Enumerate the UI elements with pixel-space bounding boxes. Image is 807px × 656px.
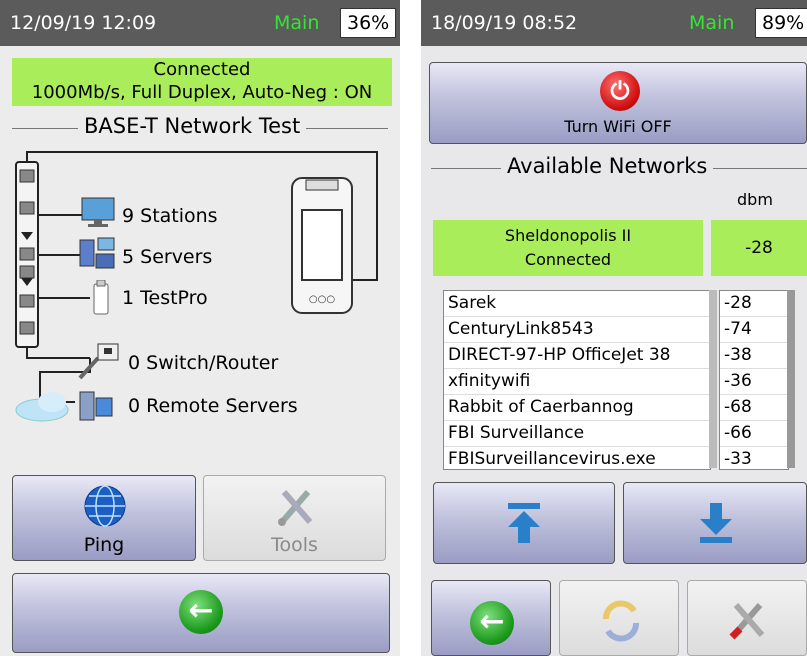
network-dbm: -38 — [720, 343, 788, 369]
link-status-banner: Connected 1000Mb/s, Full Duplex, Auto-Ne… — [12, 58, 392, 106]
back-arrow-icon: ← — [179, 590, 223, 634]
monitor-icon — [81, 197, 115, 227]
scroll-bottom-button[interactable] — [623, 482, 807, 564]
battery-level: 89% — [755, 8, 807, 38]
network-dbm: -33 — [720, 447, 788, 469]
testpro-count[interactable]: 1 TestPro — [122, 287, 208, 309]
status-bar: 12/09/19 12:09 Main 36% — [0, 0, 400, 46]
connected-ssid: Sheldonopolis II — [504, 226, 632, 245]
servers-count[interactable]: 5 Servers — [122, 246, 212, 268]
tools-icon — [729, 603, 765, 640]
svg-text:○○○: ○○○ — [309, 294, 335, 305]
back-arrow-icon: ← — [470, 601, 514, 645]
switch-router-count[interactable]: 0 Switch/Router — [128, 352, 278, 374]
tools-label: Tools — [271, 534, 318, 556]
mode-label: Main — [689, 12, 735, 34]
stations-count[interactable]: 9 Stations — [122, 205, 218, 227]
network-dbm: -36 — [720, 369, 788, 395]
network-list-scrollbar[interactable] — [709, 290, 717, 468]
connected-status: Connected — [524, 250, 612, 269]
datetime: 18/09/19 08:52 — [431, 12, 578, 34]
servers-icon — [79, 237, 115, 269]
scroll-top-button[interactable] — [433, 482, 615, 564]
network-ssid[interactable]: Rabbit of Caerbannog — [444, 395, 710, 421]
link-status-line2: 1000Mb/s, Full Duplex, Auto-Neg : ON — [31, 82, 373, 103]
network-dbm: -68 — [720, 395, 788, 421]
remote-servers-icon — [15, 391, 113, 422]
connected-network[interactable]: Sheldonopolis II Connected — [433, 220, 703, 276]
dbm-header: dbm — [737, 190, 773, 209]
left-screen: 12/09/19 12:09 Main 36% Connected 1000Mb… — [0, 0, 400, 656]
connected-dbm: -28 — [711, 220, 807, 276]
network-dbm: -66 — [720, 421, 788, 447]
page-title: Available Networks — [501, 154, 714, 178]
dbm-list-scrollbar[interactable] — [787, 290, 795, 468]
tools-icon — [278, 490, 313, 526]
back-button[interactable]: ← — [431, 580, 551, 656]
testpro-icon — [93, 280, 109, 315]
dbm-list: -28 -74 -38 -36 -68 -66 -33 — [719, 290, 789, 470]
tools-button[interactable] — [687, 580, 807, 656]
mode-label: Main — [274, 12, 320, 34]
network-ssid[interactable]: CenturyLink8543 — [444, 317, 710, 343]
status-bar: 18/09/19 08:52 Main 89% — [421, 0, 807, 46]
network-ssid[interactable]: DIRECT-97-HP OfficeJet 38 — [444, 343, 710, 369]
page-title: BASE-T Network Test — [78, 114, 307, 138]
network-ssid[interactable]: FBISurveillancevirus.exe — [444, 447, 710, 469]
wifi-toggle-button[interactable]: ⏻ Turn WiFi OFF — [429, 62, 807, 144]
remote-servers-count[interactable]: 0 Remote Servers — [128, 395, 298, 417]
network-dbm: -74 — [720, 317, 788, 343]
ping-label: Ping — [83, 534, 125, 556]
network-ssid[interactable]: FBI Surveillance — [444, 421, 710, 447]
datetime: 12/09/19 12:09 — [10, 12, 157, 34]
network-ssid[interactable]: Sarek — [444, 291, 710, 317]
link-status-line1: Connected — [153, 59, 251, 80]
refresh-icon — [603, 600, 639, 642]
arrow-up-to-top-icon — [508, 503, 540, 543]
tools-button[interactable]: Tools — [203, 475, 386, 561]
right-screen: 18/09/19 08:52 Main 89% ⏻ Turn WiFi OFF … — [421, 0, 807, 656]
wifi-toggle-label: Turn WiFi OFF — [564, 117, 672, 136]
ping-button[interactable]: Ping — [12, 475, 196, 561]
switch-icon — [78, 343, 119, 380]
battery-level: 36% — [340, 8, 397, 38]
network-list[interactable]: Sarek CenturyLink8543 DIRECT-97-HP Offic… — [443, 290, 711, 470]
power-icon: ⏻ — [600, 71, 640, 111]
network-ssid[interactable]: xfinitywifi — [444, 369, 710, 395]
back-button[interactable]: ← — [12, 573, 390, 653]
refresh-button[interactable] — [559, 580, 679, 656]
arrow-down-to-bottom-icon — [700, 503, 732, 543]
network-dbm: -28 — [720, 291, 788, 317]
globe-icon — [84, 485, 126, 527]
